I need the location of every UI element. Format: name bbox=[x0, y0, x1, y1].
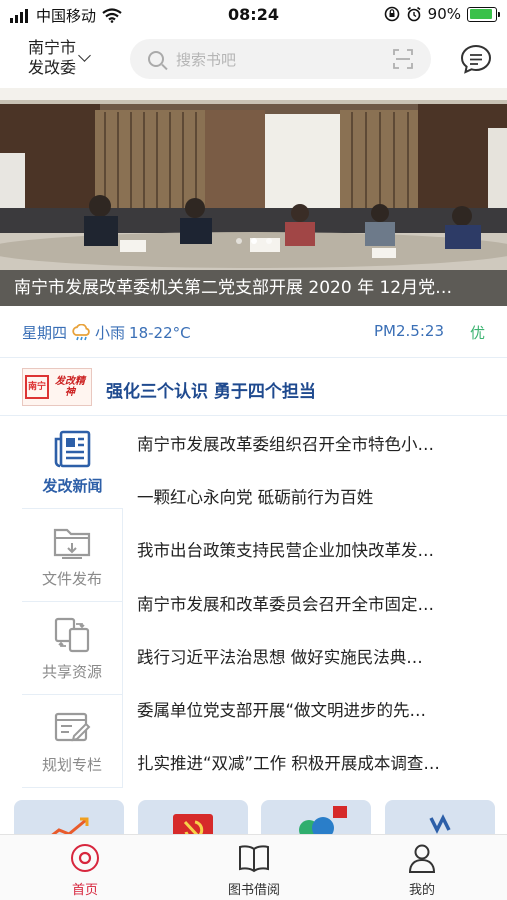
slogan-banner[interactable]: 南宁 发改精神 强化三个认识 勇于四个担当 bbox=[0, 358, 507, 416]
app-tile-growth[interactable] bbox=[14, 800, 124, 836]
tab-label: 我的 bbox=[408, 883, 435, 898]
status-bar: 中国移动 08:24 90% bbox=[0, 0, 507, 30]
news-title: 南宁市发展和改革委员会召开全市固定… bbox=[137, 594, 434, 614]
nav-label: 规划专栏 bbox=[41, 755, 102, 774]
seal-script: 发改精神 bbox=[55, 376, 85, 398]
news-title: 委属单位党支部开展“做文明进步的先… bbox=[137, 701, 427, 721]
slogan-text: 强化三个认识 勇于四个担当 bbox=[106, 382, 316, 402]
app-tile-party[interactable] bbox=[138, 800, 248, 836]
air-quality: PM2.5:23 优 bbox=[374, 322, 485, 343]
news-item[interactable]: 践行习近平法治思想 做好实施民法典… bbox=[123, 629, 507, 682]
app-tiles-row bbox=[0, 800, 507, 836]
carrier-name: 中国移动 bbox=[36, 7, 97, 25]
orientation-lock-icon bbox=[384, 6, 399, 22]
signal-icon bbox=[10, 8, 28, 23]
banner-pagination bbox=[0, 238, 507, 244]
tab-home[interactable]: 首页 bbox=[35, 843, 135, 898]
banner-dot-active bbox=[250, 238, 257, 244]
news-title: 扎实推进“双减”工作 积极开展成本调查… bbox=[137, 754, 440, 774]
fagai-spirit-seal: 南宁 发改精神 bbox=[22, 368, 92, 406]
battery-level bbox=[469, 9, 492, 19]
news-item[interactable]: 扎实推进“双减”工作 积极开展成本调查… bbox=[123, 736, 507, 789]
nav-item-planning[interactable]: 规划专栏 bbox=[22, 695, 123, 788]
app-tile-other[interactable] bbox=[385, 800, 495, 836]
tab-profile[interactable]: 我的 bbox=[372, 843, 472, 898]
nav-item-shared[interactable]: 共享资源 bbox=[22, 602, 123, 695]
news-title: 我市出台政策支持民营企业加快改革发… bbox=[137, 541, 434, 561]
news-title: 南宁市发展改革委组织召开全市特色小… bbox=[137, 434, 434, 454]
logo-icon bbox=[429, 814, 451, 834]
growth-chart-icon bbox=[48, 817, 89, 836]
weather-info: 星期四 小雨 18-22°C bbox=[22, 322, 191, 343]
bottom-tab-bar: 首页 图书借阅 我的 bbox=[0, 834, 507, 900]
aqi-level: 优 bbox=[469, 324, 485, 342]
news-item[interactable]: 南宁市发展改革委组织召开全市特色小… bbox=[123, 416, 507, 469]
news-item[interactable]: 南宁市发展和改革委员会召开全市固定… bbox=[123, 576, 507, 629]
battery-percent: 90% bbox=[427, 5, 461, 23]
search-bar[interactable]: 搜索书吧 bbox=[130, 39, 431, 79]
search-icon bbox=[148, 51, 164, 67]
banner-dot bbox=[235, 238, 242, 244]
message-icon[interactable] bbox=[460, 44, 492, 74]
tab-label: 图书借阅 bbox=[227, 883, 280, 898]
share-files-icon bbox=[54, 617, 90, 652]
battery-icon bbox=[467, 6, 500, 22]
top-header: 南宁市 发改委 搜索书吧 bbox=[0, 30, 507, 88]
planning-board-icon bbox=[54, 712, 91, 741]
city-line2: 发改委 bbox=[28, 58, 77, 77]
search-placeholder: 搜索书吧 bbox=[176, 50, 237, 69]
folder-icon bbox=[53, 528, 91, 559]
wifi-icon bbox=[102, 8, 122, 23]
tab-library[interactable]: 图书借阅 bbox=[204, 843, 304, 898]
news-banner[interactable]: 南宁市发展改革委机关第二党支部开展 2020 年 12月党… bbox=[0, 88, 507, 306]
app-tile-reading[interactable] bbox=[261, 800, 371, 836]
banner-caption: 南宁市发展改革委机关第二党支部开展 2020 年 12月党… bbox=[0, 270, 507, 306]
tab-label: 首页 bbox=[71, 883, 98, 898]
news-item[interactable]: 一颗红心永向党 砥砺前行为百姓 bbox=[123, 469, 507, 522]
party-emblem-icon bbox=[173, 814, 213, 836]
alarm-icon bbox=[407, 6, 421, 22]
status-left: 中国移动 bbox=[10, 5, 122, 26]
news-title: 一颗红心永向党 砥砺前行为百姓 bbox=[137, 487, 374, 507]
news-item[interactable]: 委属单位党支部开展“做文明进步的先… bbox=[123, 682, 507, 735]
weekday: 星期四 bbox=[22, 324, 68, 342]
nav-label: 发改新闻 bbox=[42, 476, 103, 495]
nav-label: 文件发布 bbox=[41, 569, 102, 588]
book-icon bbox=[239, 845, 269, 873]
city-label: 南宁市 发改委 bbox=[28, 38, 76, 78]
news-list: 南宁市发展改革委组织召开全市特色小… 一颗红心永向党 砥砺前行为百姓 我市出台政… bbox=[123, 416, 507, 789]
status-right: 90% bbox=[384, 5, 500, 23]
nav-item-news[interactable]: 发改新闻 bbox=[22, 416, 123, 509]
newspaper-icon bbox=[54, 430, 90, 467]
home-target-icon bbox=[71, 844, 99, 872]
chevron-down-icon bbox=[78, 48, 91, 62]
banner-dot bbox=[265, 238, 272, 244]
category-nav: 发改新闻 文件发布 共享资源 规划专栏 bbox=[22, 416, 123, 788]
weather-bar: 星期四 小雨 18-22°C PM2.5:23 优 bbox=[0, 306, 507, 358]
scan-icon[interactable] bbox=[393, 49, 413, 69]
nav-item-documents[interactable]: 文件发布 bbox=[22, 509, 123, 602]
news-title: 践行习近平法治思想 做好实施民法典… bbox=[137, 647, 423, 667]
pm25-value: PM2.5:23 bbox=[374, 322, 444, 340]
nav-label: 共享资源 bbox=[41, 662, 102, 681]
user-icon bbox=[408, 844, 436, 873]
news-item[interactable]: 我市出台政策支持民营企业加快改革发… bbox=[123, 523, 507, 576]
weather-condition: 小雨 bbox=[95, 324, 126, 342]
reading-badge-icon bbox=[299, 806, 347, 836]
seal-stamp: 南宁 bbox=[25, 375, 49, 399]
city-selector[interactable]: 南宁市 发改委 bbox=[28, 38, 91, 78]
city-line1: 南宁市 bbox=[28, 38, 77, 57]
rain-cloud-icon bbox=[72, 323, 90, 340]
weather-temp: 18-22°C bbox=[129, 323, 191, 342]
